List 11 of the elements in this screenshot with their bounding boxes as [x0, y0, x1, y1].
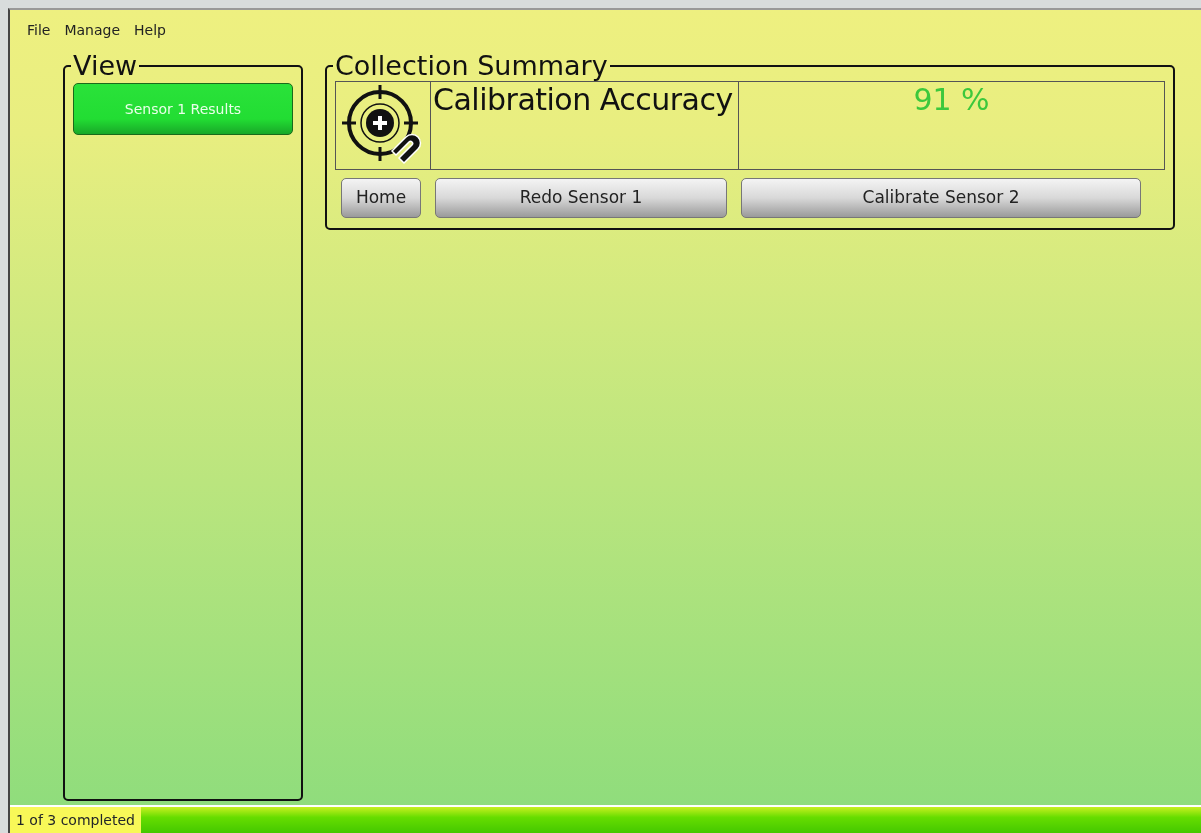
redo-button[interactable]: Redo Sensor 1 — [435, 178, 727, 218]
calibrate-button[interactable]: Calibrate Sensor 2 — [741, 178, 1141, 218]
menu-item[interactable]: Help — [129, 20, 171, 48]
metric-value: 91 % — [912, 82, 991, 118]
status-text: 1 of 3 completed — [10, 807, 141, 833]
panel-title: Collection Summary — [334, 52, 609, 79]
home-button[interactable]: Home — [341, 178, 421, 218]
menu-item[interactable]: Manage — [59, 20, 126, 48]
metric-label: Calibration Accuracy — [432, 82, 734, 118]
menu-item[interactable]: File — [22, 20, 56, 48]
panel-title: View — [72, 52, 139, 79]
